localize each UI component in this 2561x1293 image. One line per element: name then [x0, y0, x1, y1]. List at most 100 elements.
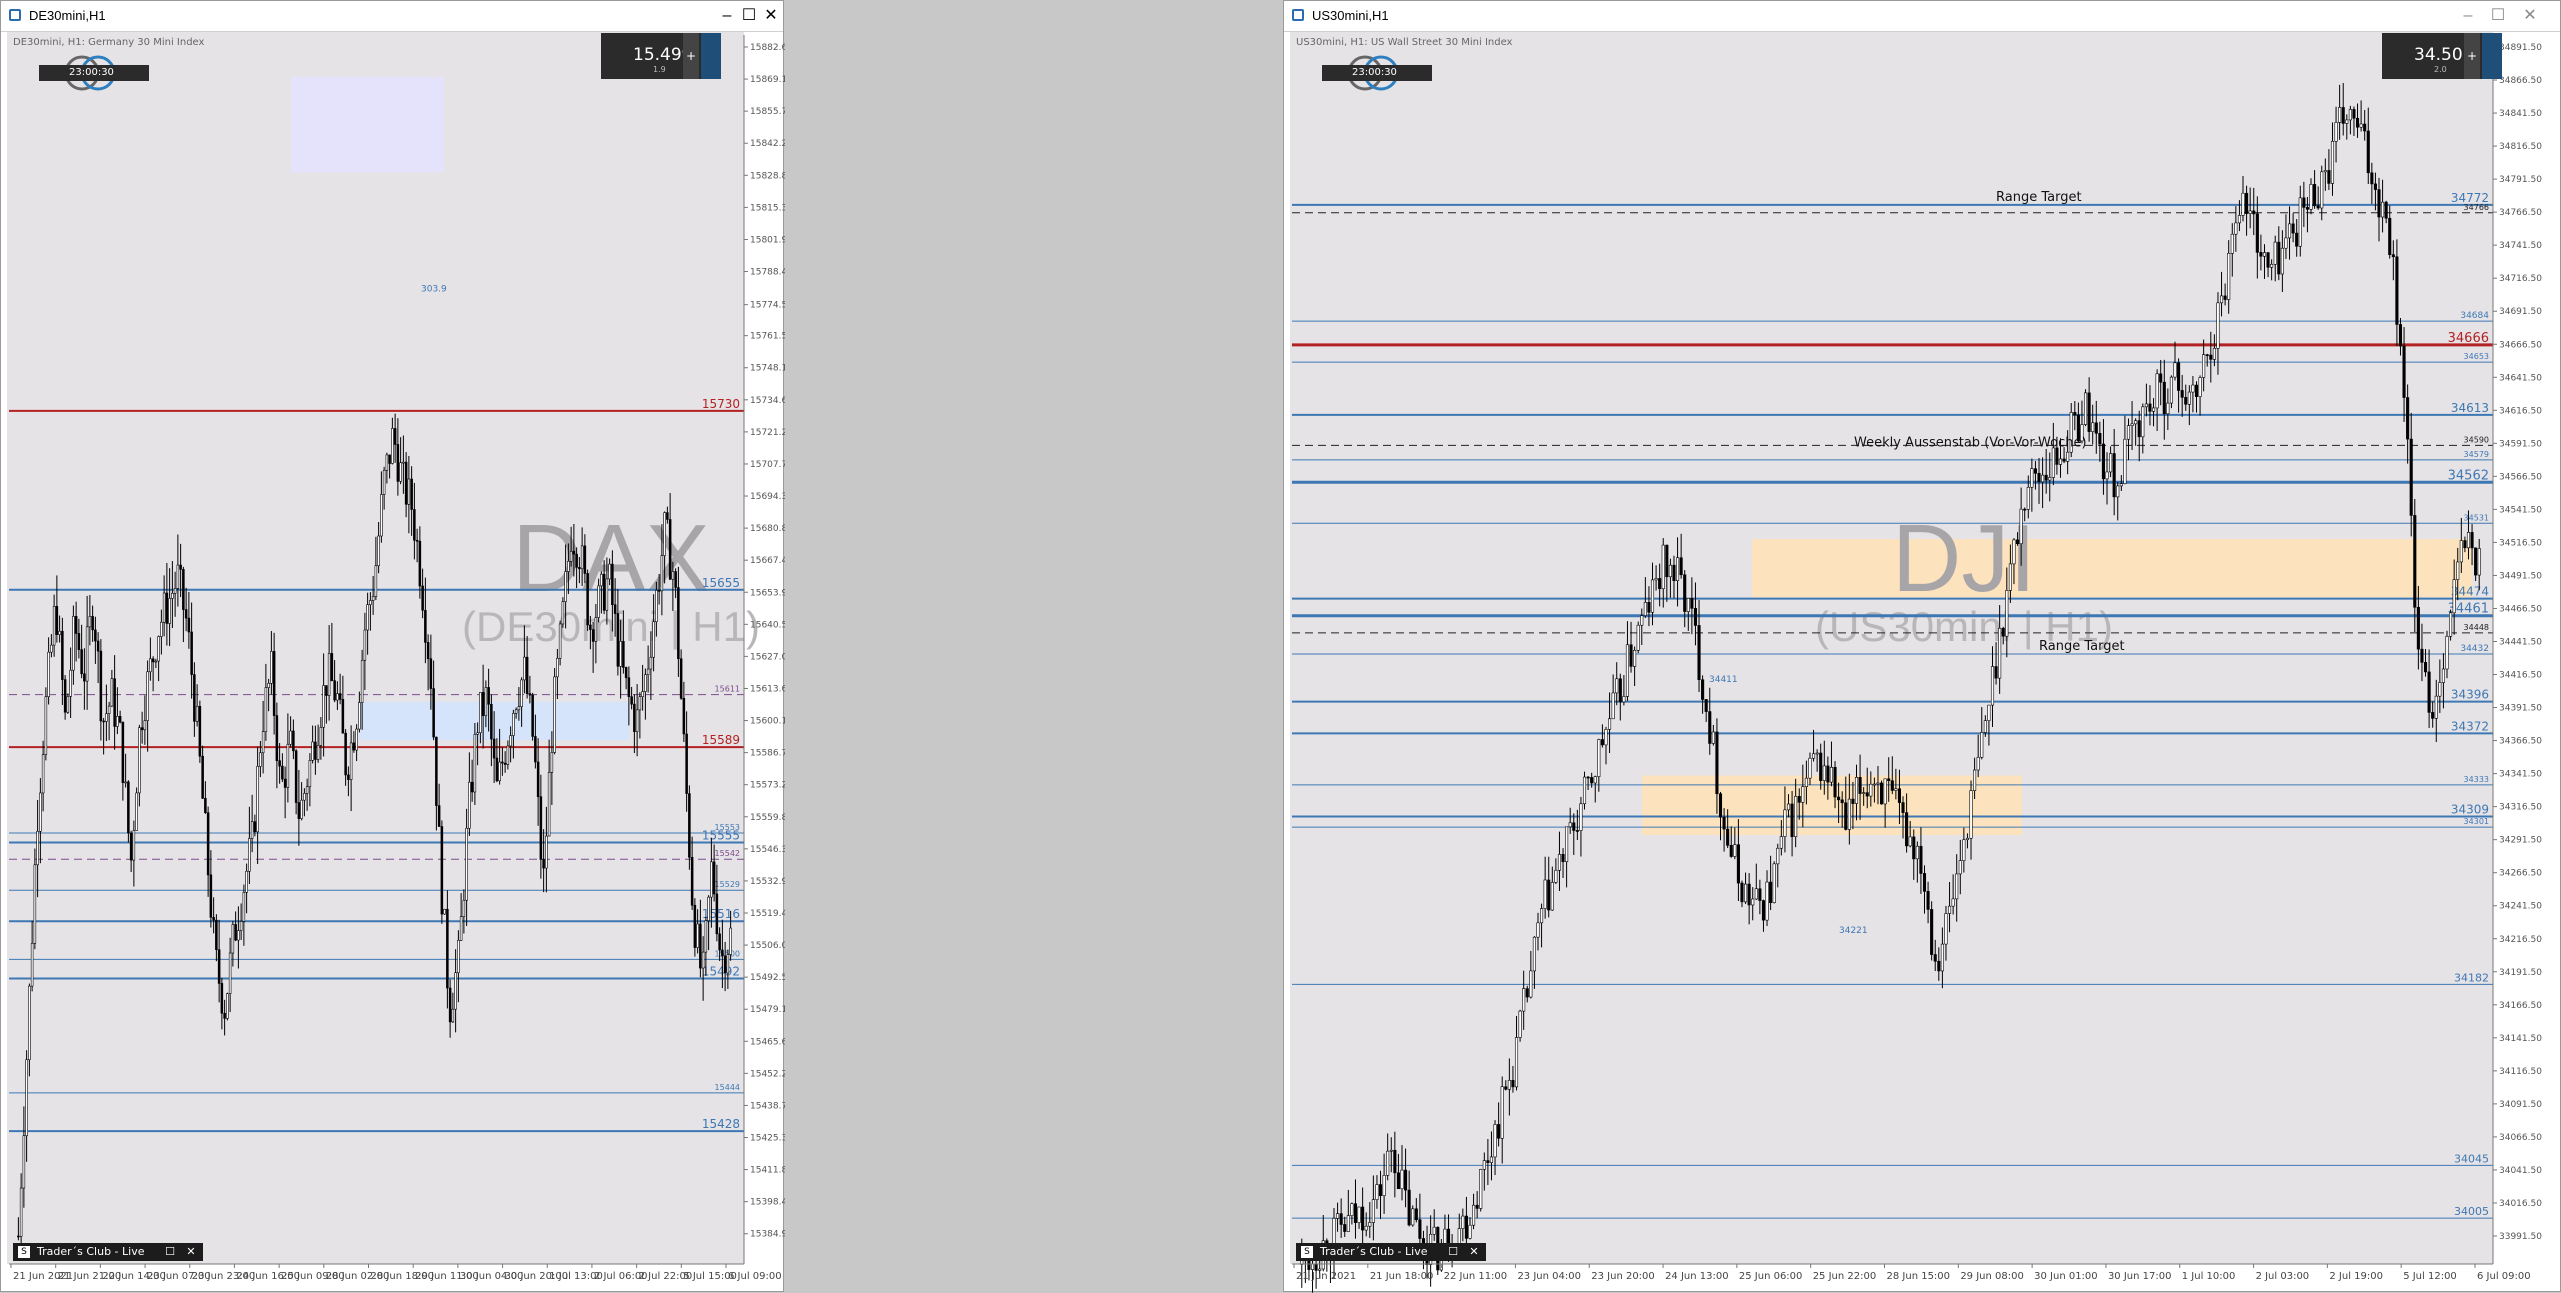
- candle-body: [2248, 210, 2252, 214]
- candle-body: [1314, 1263, 1318, 1271]
- candle-body: [619, 641, 622, 667]
- candle-body: [2327, 170, 2331, 184]
- candle-body: [127, 781, 130, 834]
- candle-body: [2130, 423, 2134, 426]
- candle-body: [116, 716, 119, 727]
- annotation-label: Range Target: [1996, 190, 2082, 205]
- candle-timer: 23:00:30: [39, 65, 149, 81]
- candle-body: [1779, 836, 1783, 849]
- candle-body: [2341, 107, 2345, 124]
- candle-body: [1983, 720, 1987, 733]
- candle-body: [33, 864, 37, 944]
- candle-body: [2144, 403, 2148, 408]
- candle-body: [1969, 790, 1973, 839]
- candle-body: [314, 741, 317, 760]
- candle-body: [2134, 420, 2138, 425]
- candle-body: [36, 831, 39, 866]
- candle-body: [583, 545, 587, 574]
- candle-body: [525, 656, 529, 694]
- candle-body: [2427, 671, 2431, 713]
- candle-body: [1497, 1124, 1501, 1139]
- candle-body: [1718, 793, 1723, 818]
- y-tick-label: 34166.50: [2499, 1001, 2542, 1011]
- candle-body: [2377, 189, 2381, 218]
- candle-body: [1353, 1203, 1358, 1223]
- plus-button[interactable]: +: [683, 33, 699, 79]
- candle-body: [1532, 936, 1536, 972]
- candle-body: [2227, 253, 2231, 300]
- candle-body: [2338, 107, 2342, 123]
- candle-body: [468, 781, 471, 829]
- candle-body: [1389, 1149, 1393, 1152]
- candle-body: [2008, 563, 2012, 591]
- candle-body: [1940, 943, 1944, 972]
- candle-body: [1482, 1160, 1486, 1170]
- candle-body: [2398, 324, 2403, 347]
- price-box[interactable]: 15.499 1.9 +: [601, 33, 721, 79]
- level-label: 15730: [702, 397, 740, 411]
- candle-body: [1840, 799, 1844, 804]
- candle-body: [1715, 731, 1719, 795]
- traders-club-label: Trader´s Club - Live: [37, 1245, 145, 1258]
- candle-body: [1668, 564, 1672, 578]
- candle-body: [193, 674, 196, 722]
- chart-canvas[interactable]: DE30mini, H1: Germany 30 Mini Index DAX(D…: [1, 1, 785, 1293]
- x-tick-label: 24 Jun 13:00: [1665, 1271, 1729, 1282]
- y-tick-label: 34616.50: [2499, 406, 2542, 416]
- plus-button[interactable]: +: [2464, 33, 2480, 79]
- candle-body: [149, 658, 152, 673]
- candle-body: [2216, 302, 2220, 349]
- candle-body: [578, 567, 581, 570]
- candle-body: [545, 835, 548, 869]
- candle-body: [22, 1135, 26, 1189]
- traders-club-bar[interactable]: S Trader´s Club - Live ☐ ✕: [13, 1243, 203, 1261]
- level-label: 34448: [2464, 623, 2489, 632]
- candle-body: [1468, 1224, 1472, 1239]
- candle-body: [1865, 792, 1869, 797]
- price-zone: [291, 77, 444, 173]
- candle-body: [316, 745, 320, 760]
- y-tick-label: 15600.15: [750, 717, 785, 727]
- candle-body: [234, 924, 237, 941]
- trade-button[interactable]: [2482, 33, 2502, 79]
- restore-icon[interactable]: ☐: [1446, 1243, 1460, 1261]
- candle-body: [1310, 1263, 1315, 1270]
- candle-body: [1897, 788, 1901, 803]
- candle-body: [407, 478, 411, 505]
- candle-body: [2395, 256, 2399, 325]
- candle-body: [635, 709, 639, 732]
- candle-body: [2305, 207, 2309, 210]
- close-icon[interactable]: ✕: [1466, 1243, 1482, 1261]
- trade-button[interactable]: [701, 33, 721, 79]
- candle-body: [1829, 767, 1834, 783]
- candle-body: [512, 713, 515, 736]
- candle-body: [377, 535, 380, 567]
- candle-body: [1933, 954, 1937, 962]
- chart-canvas[interactable]: US30mini, H1: US Wall Street 30 Mini Ind…: [1284, 1, 2561, 1293]
- candle-body: [1854, 777, 1859, 804]
- price-box[interactable]: 34.501 2.0 +: [2382, 33, 2502, 79]
- candle-body: [693, 904, 697, 948]
- y-tick-label: 34266.50: [2499, 869, 2542, 879]
- close-icon[interactable]: ✕: [183, 1243, 199, 1261]
- chart-window-dax[interactable]: DE30mini,H1 – ☐ ✕ DE30mini, H1: Germany …: [0, 0, 785, 1293]
- y-tick-label: 15479.10: [750, 1005, 785, 1015]
- candle-body: [264, 687, 268, 732]
- traders-club-bar[interactable]: S Trader´s Club - Live ☐ ✕: [1296, 1243, 1486, 1261]
- candle-body: [66, 696, 70, 713]
- candle-body: [2413, 515, 2417, 608]
- candle-body: [1711, 731, 1715, 744]
- restore-icon[interactable]: ☐: [163, 1243, 177, 1261]
- candle-body: [237, 930, 240, 941]
- y-tick-label: 15761.55: [750, 332, 785, 342]
- level-label: 34666: [2448, 331, 2489, 346]
- candle-body: [426, 642, 430, 660]
- candle-body: [556, 657, 559, 678]
- level-label: 34562: [2448, 468, 2489, 483]
- candle-body: [2373, 183, 2377, 190]
- candle-body: [657, 590, 661, 592]
- candle-body: [388, 454, 391, 464]
- chart-window-dji[interactable]: US30mini,H1 – ☐ ✕ US30mini, H1: US Wall …: [1283, 0, 2561, 1293]
- level-label: 34432: [2460, 644, 2489, 654]
- candle-body: [2073, 412, 2077, 416]
